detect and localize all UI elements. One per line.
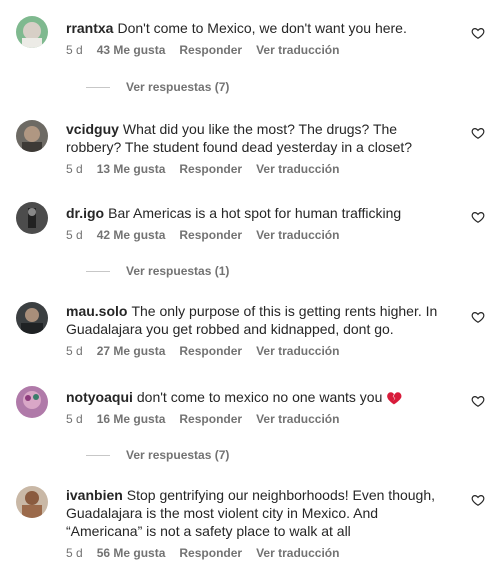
avatar[interactable] xyxy=(16,16,48,48)
comment-text: Don't come to Mexico, we don't want you … xyxy=(117,20,407,36)
view-replies-label[interactable]: Ver respuestas (7) xyxy=(126,80,229,94)
avatar[interactable] xyxy=(16,202,48,234)
translate-button[interactable]: Ver traducción xyxy=(256,546,339,560)
reply-button[interactable]: Responder xyxy=(179,162,242,176)
comment-username[interactable]: notyoaqui xyxy=(66,389,133,405)
translate-button[interactable]: Ver traducción xyxy=(256,412,339,426)
heart-outline-icon[interactable] xyxy=(471,493,485,507)
comment-time: 5 d xyxy=(66,228,83,242)
comment-text: Bar Americas is a hot spot for human tra… xyxy=(108,205,402,221)
reply-button[interactable]: Responder xyxy=(179,43,242,57)
comment-username[interactable]: mau.solo xyxy=(66,303,127,319)
comment-username[interactable]: ivanbien xyxy=(66,487,123,503)
likes-count[interactable]: 16 Me gusta xyxy=(97,412,166,426)
view-replies-label[interactable]: Ver respuestas (7) xyxy=(126,448,229,462)
heart-outline-icon[interactable] xyxy=(471,26,485,40)
view-replies-button[interactable]: Ver respuestas (1) xyxy=(86,264,229,278)
view-replies-label[interactable]: Ver respuestas (1) xyxy=(126,264,229,278)
comment-time: 5 d xyxy=(66,344,83,358)
avatar[interactable] xyxy=(16,386,48,418)
heart-outline-icon[interactable] xyxy=(471,394,485,408)
comment-time: 5 d xyxy=(66,162,83,176)
avatar[interactable] xyxy=(16,302,48,334)
view-replies-button[interactable]: Ver respuestas (7) xyxy=(86,80,229,94)
avatar[interactable] xyxy=(16,120,48,152)
comment-username[interactable]: rrantxa xyxy=(66,20,113,36)
replies-divider xyxy=(86,454,110,456)
translate-button[interactable]: Ver traducción xyxy=(256,344,339,358)
translate-button[interactable]: Ver traducción xyxy=(256,228,339,242)
likes-count[interactable]: 27 Me gusta xyxy=(97,344,166,358)
heart-outline-icon[interactable] xyxy=(471,310,485,324)
likes-count[interactable]: 56 Me gusta xyxy=(97,546,166,560)
comment-time: 5 d xyxy=(66,43,83,57)
reply-button[interactable]: Responder xyxy=(179,228,242,242)
likes-count[interactable]: 43 Me gusta xyxy=(97,43,166,57)
heart-outline-icon[interactable] xyxy=(471,210,485,224)
translate-button[interactable]: Ver traducción xyxy=(256,162,339,176)
comment-time: 5 d xyxy=(66,412,83,426)
heart-outline-icon[interactable] xyxy=(471,126,485,140)
comment-username[interactable]: vcidguy xyxy=(66,121,119,137)
likes-count[interactable]: 42 Me gusta xyxy=(97,228,166,242)
comment-time: 5 d xyxy=(66,546,83,560)
avatar[interactable] xyxy=(16,486,48,518)
likes-count[interactable]: 13 Me gusta xyxy=(97,162,166,176)
view-replies-button[interactable]: Ver respuestas (7) xyxy=(86,448,229,462)
translate-button[interactable]: Ver traducción xyxy=(256,43,339,57)
replies-divider xyxy=(86,86,110,88)
reply-button[interactable]: Responder xyxy=(179,344,242,358)
broken-heart-emoji-icon xyxy=(387,392,402,405)
replies-divider xyxy=(86,270,110,272)
comment-text: don't come to mexico no one wants you xyxy=(136,389,383,405)
reply-button[interactable]: Responder xyxy=(179,546,242,560)
reply-button[interactable]: Responder xyxy=(179,412,242,426)
comment-username[interactable]: dr.igo xyxy=(66,205,104,221)
